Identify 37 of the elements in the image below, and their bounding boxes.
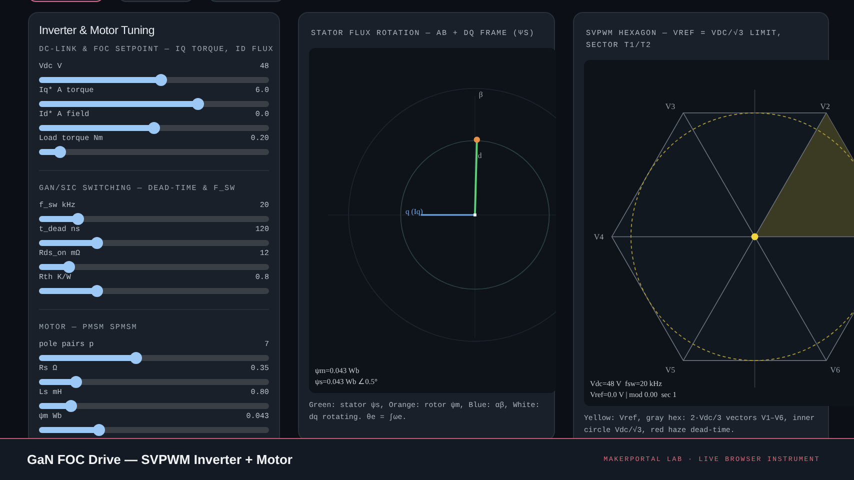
vref-dot: [751, 233, 758, 240]
slider-thumb[interactable]: [154, 74, 167, 86]
rotor-flux-dot: [474, 136, 480, 143]
vector-label: V4: [594, 232, 604, 242]
slider-track[interactable]: [39, 427, 269, 433]
slider-track[interactable]: [39, 149, 269, 155]
slider-thumb[interactable]: [90, 237, 102, 249]
slider-thumb[interactable]: [62, 261, 75, 273]
slider-thumb[interactable]: [90, 285, 102, 297]
vector-label: V5: [665, 365, 676, 374]
panel-title: Inverter & Motor Tuning: [39, 25, 156, 37]
q-axis-label: q (Iq): [405, 206, 423, 216]
slider-thumb[interactable]: [54, 146, 66, 158]
slider-thumb[interactable]: [148, 122, 160, 134]
slider-track[interactable]: [39, 355, 269, 361]
slider-thumb[interactable]: [130, 352, 142, 364]
slider-track[interactable]: [39, 240, 269, 246]
slider-thumb[interactable]: [92, 424, 105, 436]
slider-track[interactable]: [39, 125, 269, 131]
slider-track[interactable]: [39, 101, 269, 107]
slider-track[interactable]: [39, 216, 269, 222]
slider-thumb[interactable]: [65, 400, 78, 412]
vector-label: V6: [830, 365, 840, 374]
slider-track[interactable]: [39, 264, 269, 270]
slider-thumb[interactable]: [70, 376, 82, 388]
slider-track[interactable]: [39, 288, 269, 294]
origin-marker: [474, 213, 476, 216]
slider-track[interactable]: [39, 379, 269, 385]
slider-track[interactable]: [39, 77, 269, 83]
slider-thumb[interactable]: [72, 213, 84, 225]
slider-track[interactable]: [39, 403, 269, 409]
vector-label: V2: [820, 102, 830, 111]
vector-label: V3: [665, 102, 676, 111]
slider-thumb[interactable]: [192, 98, 204, 110]
app-title: GaN FOC Drive — SVPWM Inverter + Motor: [27, 452, 292, 467]
d-axis-label: d: [478, 151, 482, 160]
beta-axis-label: β: [478, 90, 483, 100]
